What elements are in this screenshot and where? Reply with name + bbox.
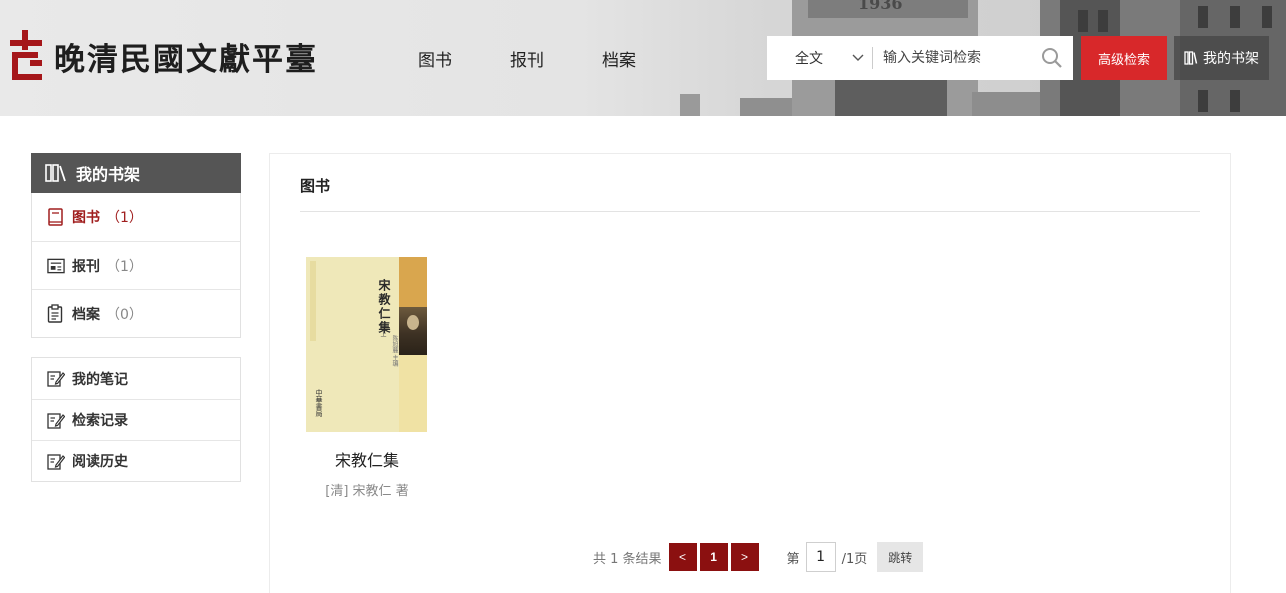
sidebar-header: 我的书架 — [31, 153, 241, 193]
book-title[interactable]: 宋教仁集 — [306, 447, 428, 471]
sidebar-item-count: （0） — [106, 306, 143, 323]
page-number-input[interactable] — [805, 542, 836, 572]
page-total: /1页 — [841, 551, 868, 567]
nav-books[interactable]: 图书 — [418, 46, 452, 71]
search-input[interactable] — [873, 38, 1033, 78]
result-count: 共 1 条结果 — [593, 551, 662, 567]
building-window — [1262, 6, 1272, 28]
site-title: 晚清民國文獻平臺 — [54, 41, 318, 78]
background-building — [680, 94, 700, 116]
search-bar: 全文 — [767, 36, 1073, 80]
jump-button[interactable]: 跳转 — [877, 542, 924, 572]
sidebar-item-notes[interactable]: 我的笔记 — [32, 358, 240, 399]
building-window — [1198, 6, 1208, 28]
sidebar: 我的书架 图书 （1） 报刊 （1） 档案 （0） 我的笔记 检索记录 阅读历史 — [31, 153, 241, 482]
sidebar-item-label: 档案 — [72, 306, 100, 323]
cover-volume: 上 — [379, 331, 386, 337]
cover-editor: 陈旭麓 主编 — [391, 335, 398, 367]
pagination: 共 1 条结果 < 1 > 第 /1页 跳转 — [593, 542, 924, 572]
book-card[interactable]: 宋教仁集 上 陈旭麓 主编 中華書局 宋教仁集 [清] 宋教仁 著 — [306, 257, 428, 499]
building-window — [1230, 6, 1240, 28]
bookshelf-icon — [45, 164, 66, 182]
bookshelf-icon — [1184, 51, 1198, 65]
my-shelf-label: 我的书架 — [1203, 51, 1259, 67]
edit-note-icon — [47, 412, 65, 429]
cover-decoration — [399, 257, 427, 307]
section-divider — [300, 211, 1200, 212]
book-icon — [47, 207, 65, 227]
page-number-button[interactable]: 1 — [699, 543, 728, 571]
edit-note-icon — [47, 453, 65, 470]
sidebar-item-label: 检索记录 — [72, 413, 128, 429]
sidebar-title: 我的书架 — [76, 165, 141, 184]
cover-decoration — [310, 261, 316, 341]
sidebar-item-label: 我的笔记 — [72, 371, 128, 388]
next-page-button[interactable]: > — [730, 543, 759, 571]
search-scope-label: 全文 — [795, 51, 823, 67]
cover-title: 宋教仁集 — [377, 279, 391, 335]
logo-mark-icon — [8, 30, 44, 82]
site-logo[interactable]: 晚清民國文獻平臺 — [8, 30, 318, 82]
sidebar-item-count: （1） — [106, 258, 143, 275]
building-sign: 1936 — [858, 0, 903, 13]
clipboard-icon — [47, 304, 65, 324]
page-prefix: 第 — [786, 551, 800, 567]
my-shelf-button[interactable]: 我的书架 — [1174, 36, 1269, 80]
shelf-tools: 我的笔记 检索记录 阅读历史 — [31, 357, 241, 482]
sidebar-item-label: 图书 — [72, 210, 100, 226]
sidebar-item-label: 阅读历史 — [72, 454, 128, 470]
book-cover[interactable]: 宋教仁集 上 陈旭麓 主编 中華書局 — [306, 257, 427, 432]
chevron-down-icon — [852, 51, 864, 67]
cover-portrait-face — [407, 315, 419, 330]
book-author: [清] 宋教仁 著 — [325, 484, 409, 499]
sidebar-item-label: 报刊 — [72, 258, 100, 275]
search-icon[interactable] — [1041, 47, 1063, 73]
shelf-categories: 图书 （1） 报刊 （1） 档案 （0） — [31, 193, 241, 338]
advanced-search-button[interactable]: 高级检索 — [1081, 36, 1167, 80]
building-window — [1230, 90, 1240, 112]
site-header: 1936 晚清民國文獻平臺 图书 报刊 档案 全文 高级检索 — [0, 0, 1286, 116]
building-window — [1098, 10, 1108, 32]
newspaper-icon — [47, 256, 65, 276]
sidebar-item-reading-history[interactable]: 阅读历史 — [32, 440, 240, 481]
background-building — [835, 80, 947, 116]
prev-page-button[interactable]: < — [668, 543, 697, 571]
search-scope-select[interactable]: 全文 — [767, 36, 872, 80]
building-window — [1198, 90, 1208, 112]
edit-note-icon — [47, 370, 65, 387]
nav-periodicals[interactable]: 报刊 — [510, 46, 544, 71]
sidebar-item-count: （1） — [106, 210, 143, 226]
sidebar-item-periodicals[interactable]: 报刊 （1） — [32, 241, 240, 289]
sidebar-item-search-history[interactable]: 检索记录 — [32, 399, 240, 440]
section-title: 图书 — [300, 177, 331, 195]
sidebar-item-books[interactable]: 图书 （1） — [32, 193, 240, 241]
main-nav: 图书 报刊 档案 — [418, 46, 694, 71]
building-window — [1078, 10, 1088, 32]
background-building — [972, 92, 1042, 116]
content-panel: 图书 宋教仁集 上 陈旭麓 主编 中華書局 宋教仁集 [清] 宋教仁 著 共 1… — [269, 153, 1231, 593]
nav-archives[interactable]: 档案 — [602, 46, 636, 71]
cover-publisher: 中華書局 — [315, 389, 323, 417]
sidebar-item-archives[interactable]: 档案 （0） — [32, 289, 240, 337]
